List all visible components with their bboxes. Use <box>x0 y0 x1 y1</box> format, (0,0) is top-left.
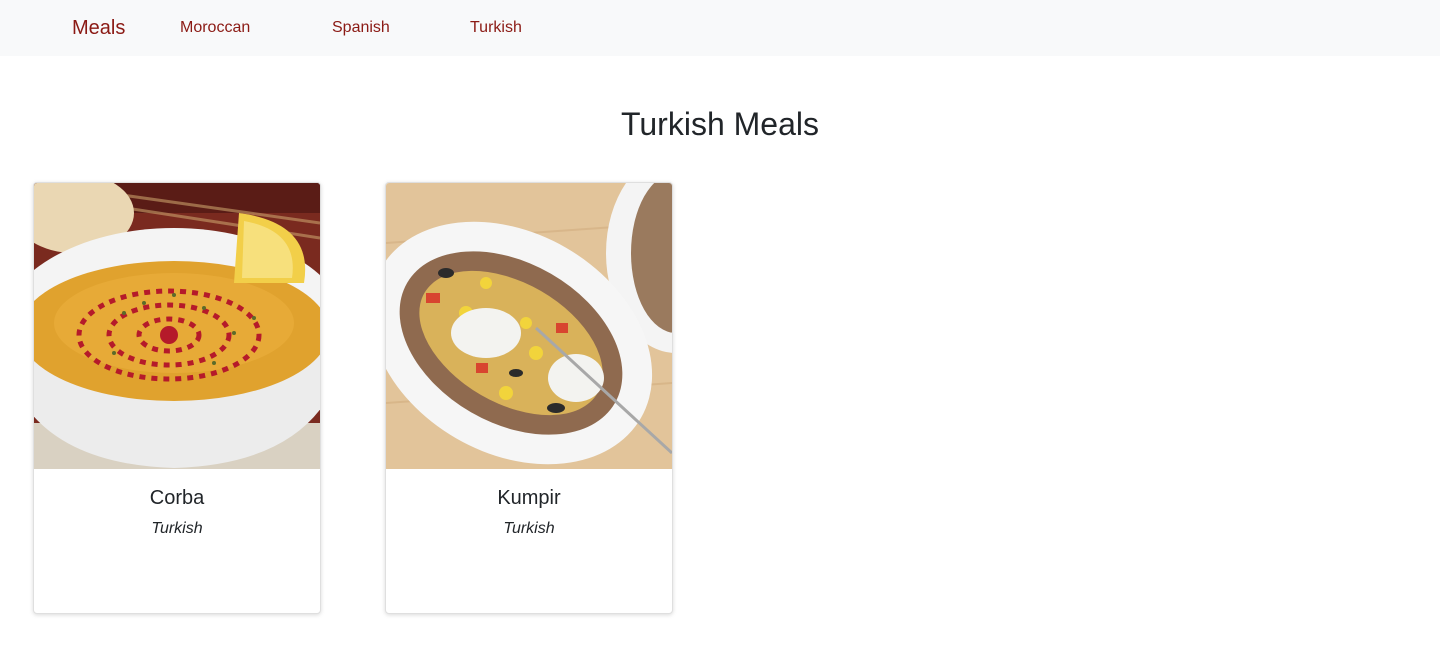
nav-link-turkish[interactable]: Turkish <box>470 18 522 38</box>
meal-cuisine: Turkish <box>151 520 203 537</box>
nav-link-moroccan[interactable]: Moroccan <box>180 18 250 38</box>
nav-link-spanish[interactable]: Spanish <box>332 18 390 38</box>
meal-image-kumpir <box>386 183 672 469</box>
meal-card-kumpir[interactable]: Kumpir Turkish <box>385 182 673 614</box>
brand-link[interactable]: Meals <box>72 15 125 41</box>
meal-card-corba[interactable]: Corba Turkish <box>33 182 321 614</box>
meal-name: Corba <box>149 487 205 509</box>
meal-image-corba <box>34 183 320 469</box>
page-title: Turkish Meals <box>621 106 819 142</box>
meal-name: Kumpir <box>497 487 561 509</box>
top-navbar: Meals Moroccan Spanish Turkish <box>0 0 1440 56</box>
meal-cuisine: Turkish <box>503 520 555 537</box>
